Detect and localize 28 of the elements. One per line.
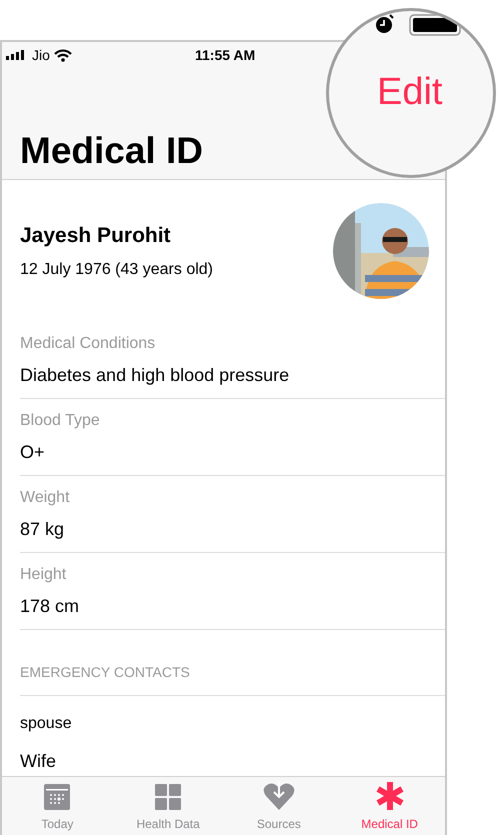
asterisk-icon xyxy=(374,781,405,811)
battery-icon xyxy=(409,14,463,36)
section-header: EMERGENCY CONTACTS xyxy=(20,663,190,682)
carrier-name: Jio xyxy=(32,46,50,64)
heart-arrow-icon xyxy=(262,781,295,811)
grid-icon xyxy=(154,783,182,811)
field-value: O+ xyxy=(20,440,46,464)
status-time: 11:55 AM xyxy=(195,46,256,64)
edit-button[interactable]: Edit xyxy=(377,73,442,111)
field-value: 87 kg xyxy=(20,518,66,541)
contact-relationship: spouse xyxy=(20,714,73,734)
birth-date: 12 July 1976 (43 years old) xyxy=(20,260,213,280)
field-value: Diabetes and high blood pressure xyxy=(20,364,290,387)
contact-name[interactable]: Wife xyxy=(20,750,445,772)
tab[interactable]: Health Data xyxy=(112,777,224,835)
field-label: Blood Type xyxy=(20,410,101,430)
tab[interactable]: Today xyxy=(2,777,113,835)
tab[interactable]: Sources xyxy=(224,777,334,835)
field-label: Medical Conditions xyxy=(20,334,156,354)
field-label: Weight xyxy=(20,488,71,508)
calendar-icon xyxy=(43,783,72,811)
tab[interactable]: Medical ID xyxy=(334,777,445,835)
wifi-icon xyxy=(54,48,72,62)
alarm-clock-icon xyxy=(375,14,395,34)
field-label: Height xyxy=(20,564,68,584)
person-name: Jayesh Purohit xyxy=(20,223,172,250)
field-value: 178 cm xyxy=(20,594,80,618)
page-title: Medical ID xyxy=(20,132,203,169)
